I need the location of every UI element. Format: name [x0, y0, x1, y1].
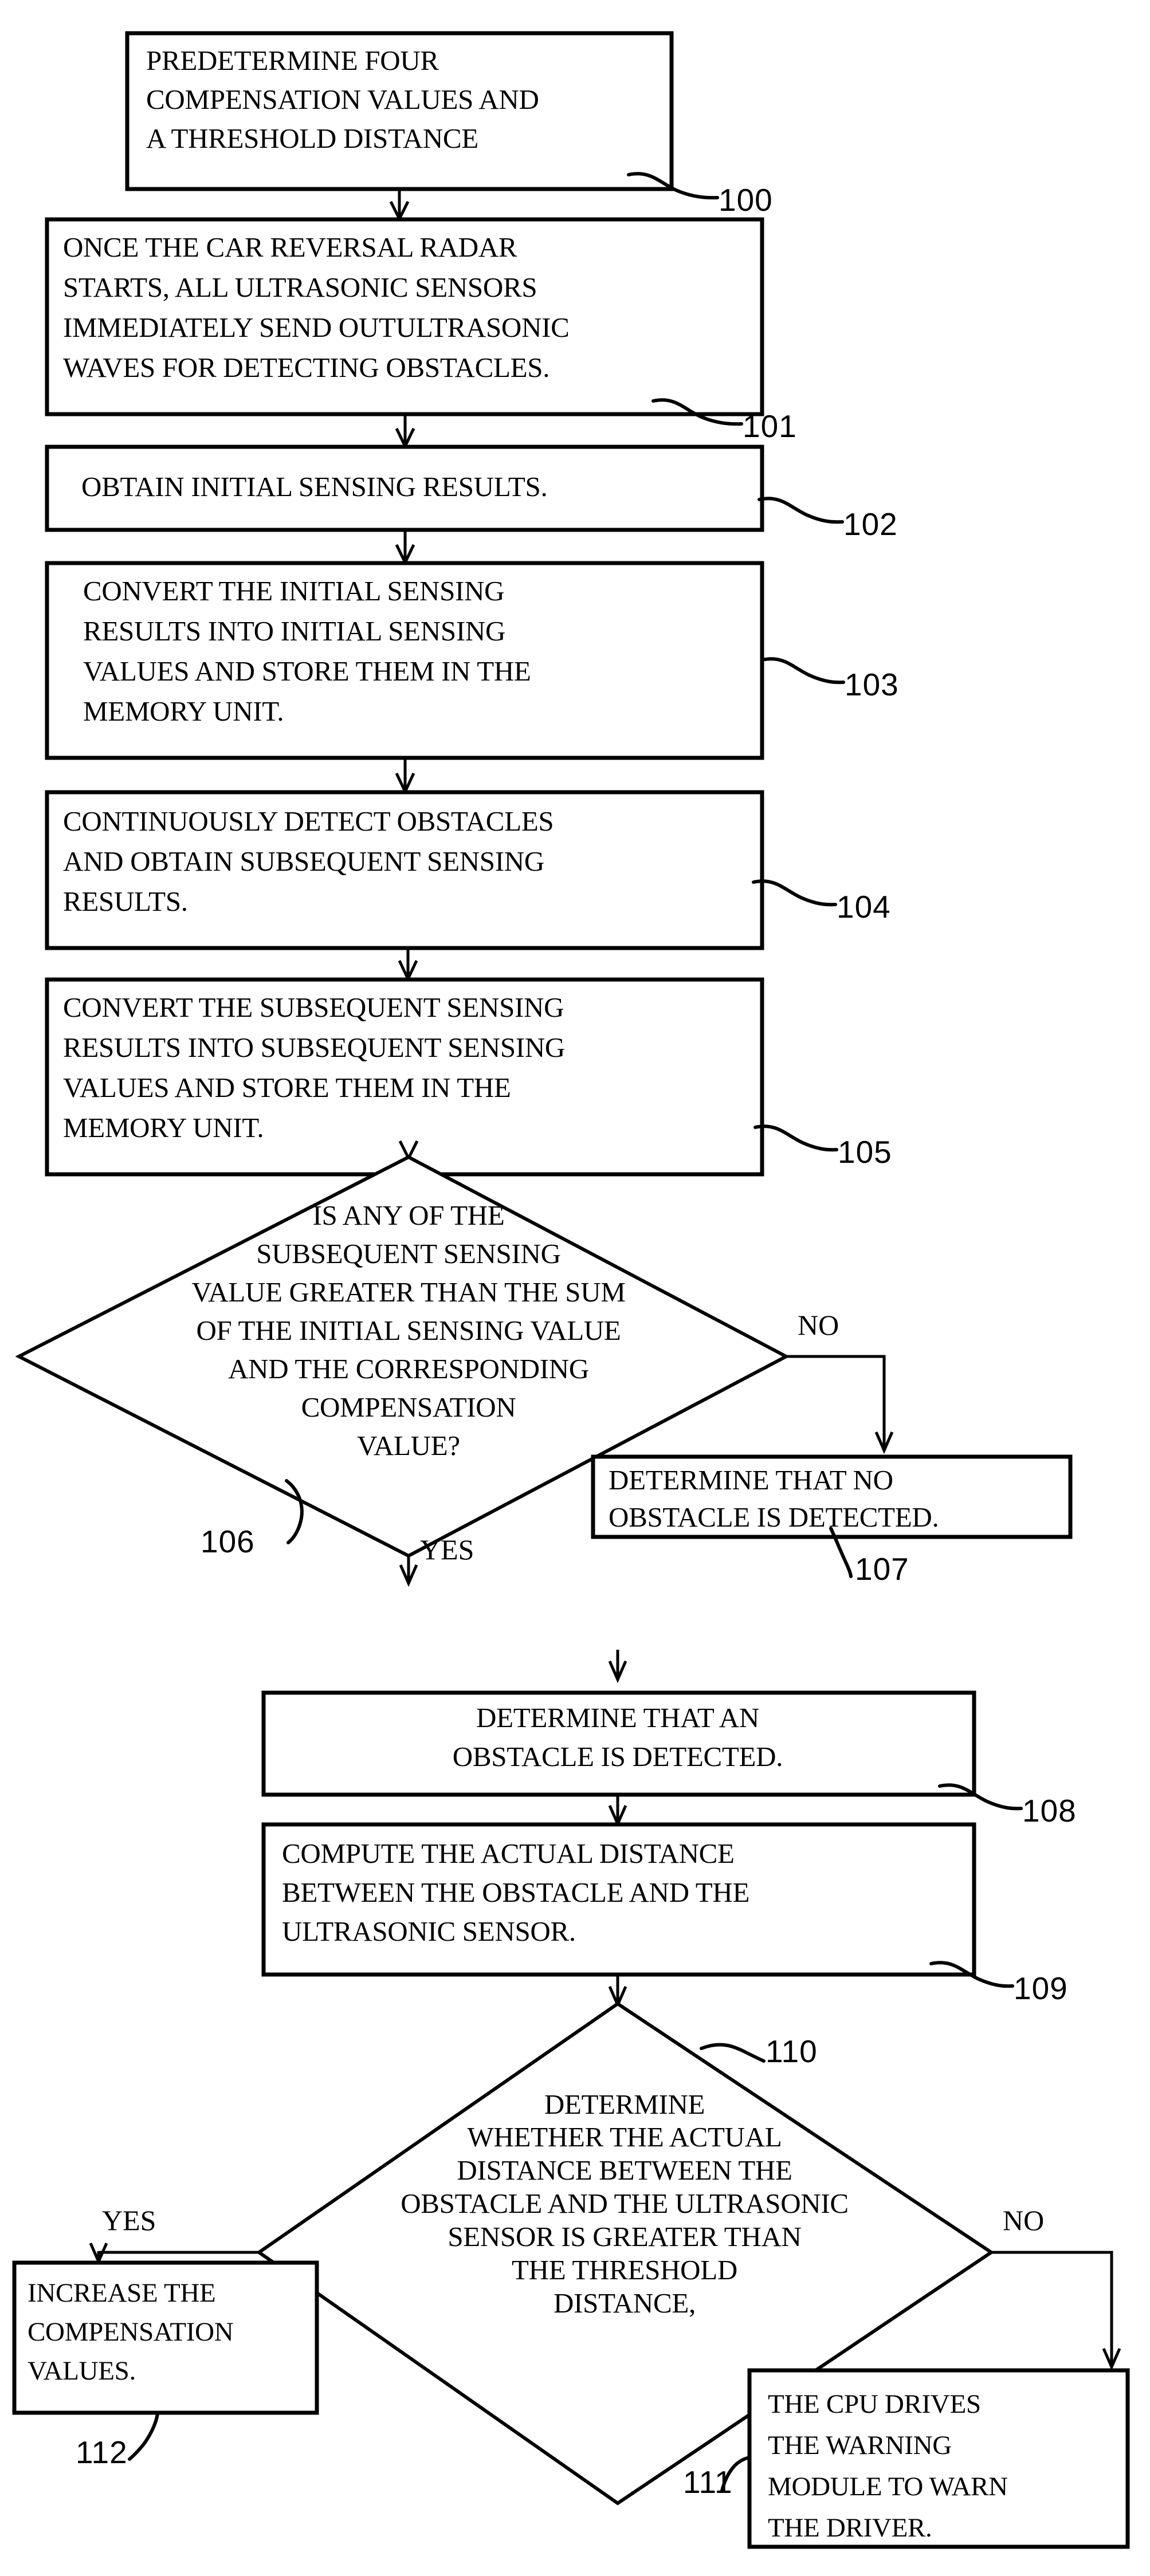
node-102-ref: 102 — [843, 506, 898, 542]
node-106-line-4: AND THE CORRESPONDING — [228, 1353, 589, 1385]
node-109-line-0: COMPUTE THE ACTUAL DISTANCE — [282, 1838, 735, 1869]
node-108-line-0: DETERMINE THAT AN — [476, 1702, 759, 1733]
edge-110-no — [991, 2251, 1113, 2365]
node-110-line-2: DISTANCE BETWEEN THE — [457, 2154, 792, 2186]
flowchart-svg: PREDETERMINE FOUR COMPENSATION VALUES AN… — [12, 31, 1130, 2549]
node-106-ref: 106 — [201, 1524, 255, 1559]
node-104-line-1: AND OBTAIN SUBSEQUENT SENSING — [63, 845, 544, 877]
node-103-leader — [760, 657, 845, 685]
node-110-branch-yes: YES — [102, 2204, 156, 2236]
node-100-ref: 100 — [719, 182, 773, 218]
node-105-line-3: MEMORY UNIT. — [63, 1112, 264, 1143]
node-106-line-0: IS ANY OF THE — [312, 1199, 504, 1231]
node-103-line-1: RESULTS INTO INITIAL SENSING — [83, 615, 505, 647]
node-103-line-2: VALUES AND STORE THEM IN THE — [83, 655, 531, 687]
node-110-branch-no: NO — [1003, 2204, 1044, 2236]
node-111-ref: 111 — [683, 2464, 733, 2500]
node-110-line-0: DETERMINE — [544, 2089, 705, 2120]
node-106-branch-no: NO — [798, 1309, 839, 1341]
node-105-line-1: RESULTS INTO SUBSEQUENT SENSING — [63, 1032, 565, 1063]
node-101-line-2: IMMEDIATELY SEND OUTULTRASONIC — [63, 312, 570, 343]
node-104-leader — [752, 879, 837, 907]
node-108-ref: 108 — [1022, 1793, 1077, 1828]
node-106-branch-yes: YES — [420, 1533, 474, 1566]
node-109-line-1: BETWEEN THE OBSTACLE AND THE — [282, 1877, 749, 1908]
node-100-line-1: COMPENSATION VALUES AND — [146, 84, 539, 115]
node-110-line-6: DISTANCE, — [554, 2287, 696, 2319]
node-104-ref: 104 — [837, 889, 891, 925]
node-110-line-5: THE THRESHOLD — [512, 2254, 737, 2286]
node-110-ref: 110 — [766, 2034, 818, 2069]
node-110-line-1: WHETHER THE ACTUAL — [468, 2121, 782, 2153]
node-101-line-3: WAVES FOR DETECTING OBSTACLES. — [63, 352, 550, 383]
node-109-ref: 109 — [1014, 1971, 1068, 2006]
node-110-line-4: SENSOR IS GREATER THAN — [448, 2221, 801, 2252]
node-107-line-0: DETERMINE THAT NO — [609, 1464, 893, 1496]
node-112-line-0: INCREASE THE — [28, 2278, 215, 2308]
flowchart-canvas: PREDETERMINE FOUR COMPENSATION VALUES AN… — [0, 0, 1150, 2576]
node-109-line-2: ULTRASONIC SENSOR. — [282, 1916, 576, 1947]
node-112-leader — [128, 2412, 159, 2461]
edge-106-no — [786, 1355, 886, 1448]
node-108-line-1: OBSTACLE IS DETECTED. — [453, 1741, 783, 1772]
node-105-leader — [753, 1124, 838, 1152]
node-102-leader — [757, 497, 844, 524]
node-101-ref: 101 — [743, 408, 797, 444]
node-106-line-3: OF THE INITIAL SENSING VALUE — [196, 1315, 621, 1346]
node-104-line-0: CONTINUOUSLY DETECT OBSTACLES — [63, 805, 554, 837]
node-103-line-0: CONVERT THE INITIAL SENSING — [83, 575, 504, 607]
node-111-line-3: THE DRIVER. — [768, 2513, 932, 2543]
node-106-line-2: VALUE GREATER THAN THE SUM — [191, 1276, 625, 1308]
node-105-line-0: CONVERT THE SUBSEQUENT SENSING — [63, 992, 564, 1023]
node-101-line-0: ONCE THE CAR REVERSAL RADAR — [63, 231, 517, 263]
node-105-line-2: VALUES AND STORE THEM IN THE — [63, 1072, 511, 1103]
node-106-line-5: COMPENSATION — [301, 1391, 516, 1423]
node-112-ref: 112 — [76, 2435, 128, 2470]
node-112-line-2: VALUES. — [28, 2356, 136, 2386]
node-111-line-0: THE CPU DRIVES — [768, 2389, 981, 2419]
node-105-ref: 105 — [838, 1134, 892, 1170]
node-103-line-3: MEMORY UNIT. — [83, 695, 284, 727]
node-100-line-0: PREDETERMINE FOUR — [146, 45, 439, 76]
node-111-line-1: THE WARNING — [768, 2431, 952, 2460]
node-100-line-2: A THRESHOLD DISTANCE — [146, 123, 478, 154]
node-110-line-3: OBSTACLE AND THE ULTRASONIC — [401, 2188, 849, 2219]
node-106-line-1: SUBSEQUENT SENSING — [256, 1238, 560, 1269]
node-107-line-1: OBSTACLE IS DETECTED. — [609, 1501, 939, 1533]
node-111-line-2: MODULE TO WARN — [768, 2472, 1008, 2502]
node-103-ref: 103 — [845, 667, 899, 702]
node-101-line-1: STARTS, ALL ULTRASONIC SENSORS — [63, 272, 537, 303]
node-110-leader — [700, 2043, 766, 2063]
node-107-ref: 107 — [855, 1551, 909, 1587]
node-104-line-2: RESULTS. — [63, 886, 188, 917]
node-106-line-6: VALUE? — [357, 1430, 460, 1461]
node-102-line-0: OBTAIN INITIAL SENSING RESULTS. — [81, 471, 547, 502]
node-112-line-1: COMPENSATION — [28, 2317, 233, 2347]
edge-110-yes-h — [97, 2251, 259, 2254]
